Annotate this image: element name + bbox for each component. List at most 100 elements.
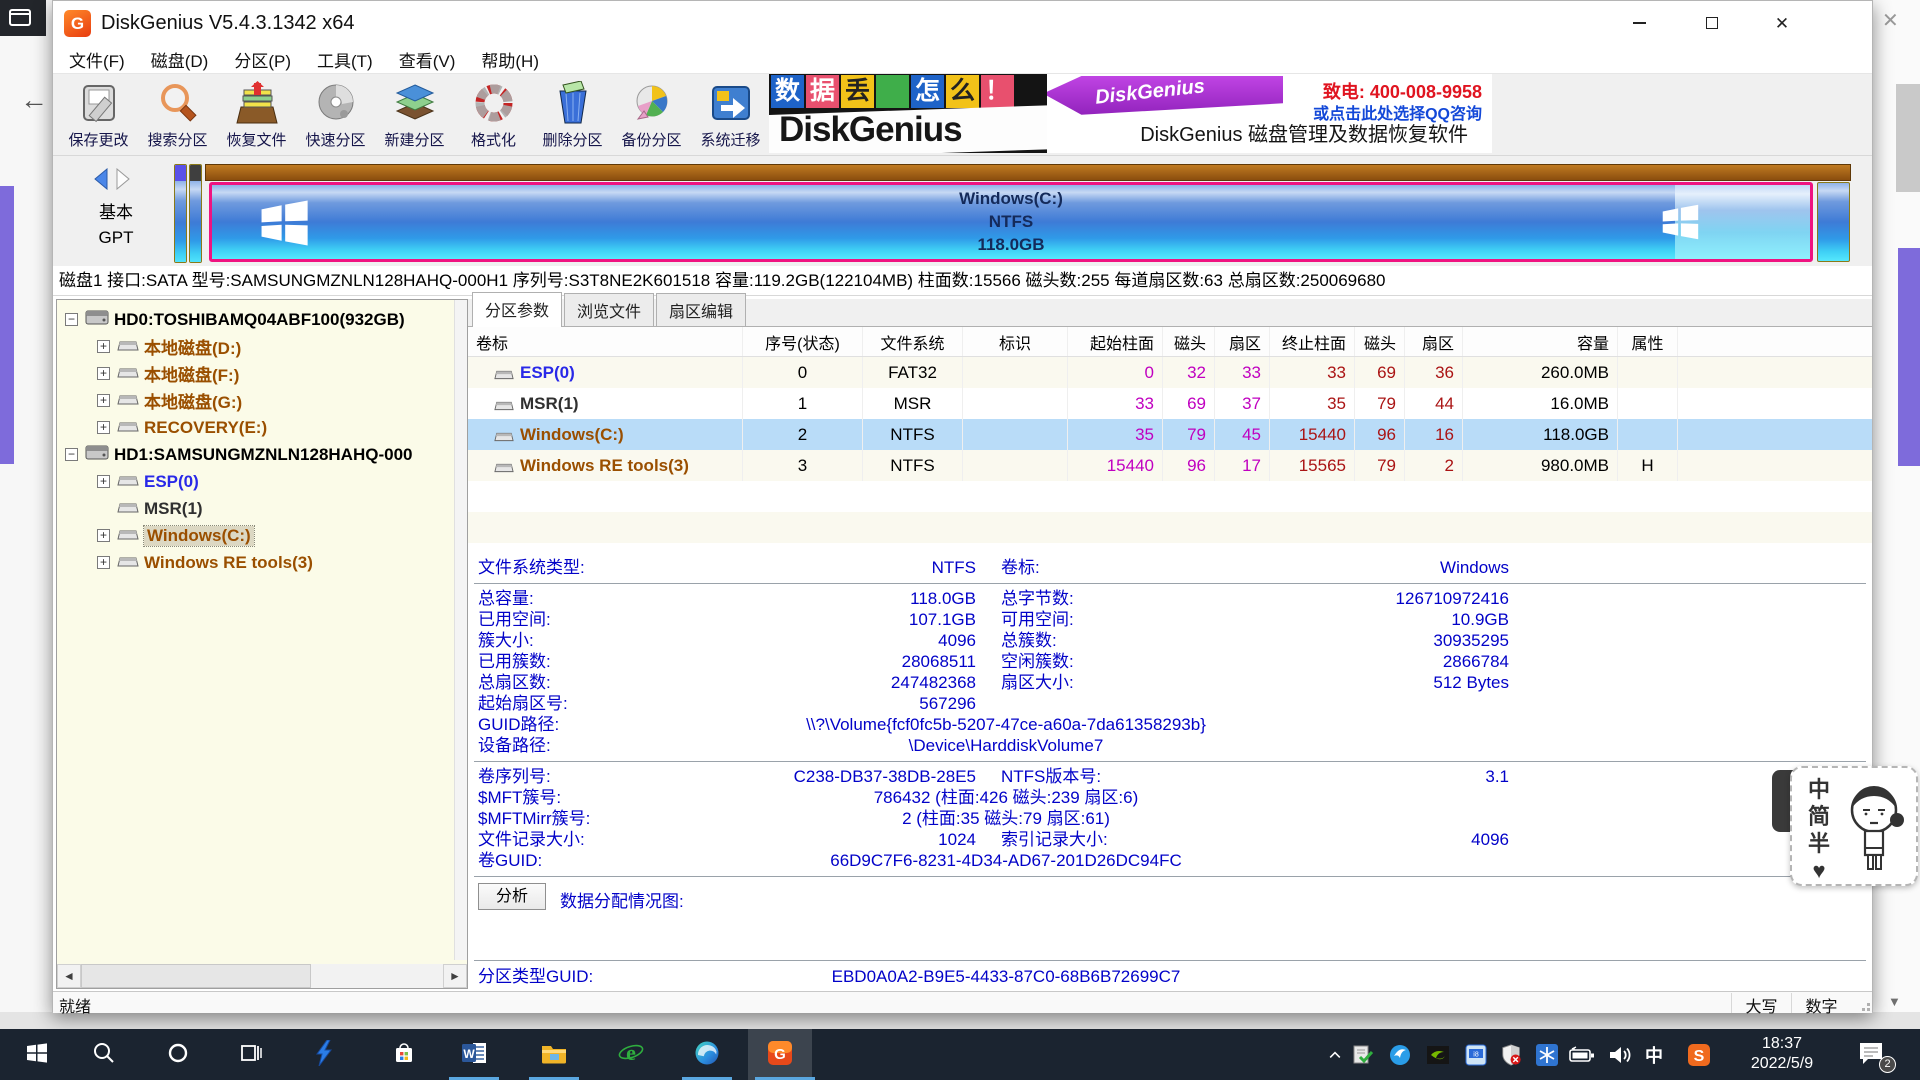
tree-item-esp[interactable]: +ESP(0) [57,468,468,495]
expand-icon[interactable]: + [97,556,110,569]
collapse-icon[interactable]: − [65,313,78,326]
backup-partition-button[interactable]: 备份分区 [612,77,691,153]
tree-item-recovery-e[interactable]: +RECOVERY(E:) [57,414,468,441]
taskbar-clock[interactable]: 18:37 2022/5/9 [1738,1034,1826,1074]
expand-icon[interactable]: + [97,475,110,488]
system-migrate-button[interactable]: 系统迁移 [691,77,770,153]
tree-item-windows-c[interactable]: +Windows(C:) [57,522,468,549]
tab-browse-files[interactable]: 浏览文件 [564,293,654,326]
resize-grip[interactable] [1856,997,1870,1011]
expand-icon[interactable]: + [97,367,110,380]
taskbar-explorer[interactable] [531,1029,577,1077]
scroll-right-icon[interactable]: ► [443,964,467,988]
tray-intel-graphics-icon[interactable]: i8 [1463,1042,1489,1068]
menu-disk[interactable]: 磁盘(D) [138,45,222,74]
partition-bar-msr[interactable] [189,164,202,263]
menu-view[interactable]: 查看(V) [386,45,469,74]
expand-icon[interactable]: + [97,340,110,353]
taskbar-ie-green[interactable]: e [608,1029,654,1077]
tree-item-hd1[interactable]: −HD1:SAMSUNGMZNLN128HAHQ-000 [57,441,468,468]
quick-partition-button[interactable]: 快速分区 [296,77,375,153]
col-end-sector[interactable]: 扇区 [1405,327,1463,356]
expand-icon[interactable]: + [97,529,110,542]
tray-update-check-icon[interactable] [1350,1042,1376,1068]
taskbar-cortana[interactable] [155,1029,201,1077]
ad-banner[interactable]: 数 据 丢 怎 么 ！ DiskGenius DiskGenius 致电: 40… [769,74,1492,153]
col-start-head[interactable]: 磁头 [1163,327,1215,356]
sogou-ime-panel[interactable]: 中 简 半 ♥ [1790,766,1918,886]
menu-file[interactable]: 文件(F) [56,45,138,74]
table-row-windows-c[interactable]: Windows(C:) 2 NTFS 35 79 45 15440 96 16 … [468,419,1872,450]
menu-tools[interactable]: 工具(T) [304,45,386,74]
title-bar[interactable]: G DiskGenius V5.4.3.1342 x64 ✕ [53,1,1872,46]
tray-nvidia-icon[interactable] [1425,1042,1451,1068]
col-start-cyl[interactable]: 起始柱面 [1068,327,1163,356]
disk-nav-arrows[interactable] [91,168,135,190]
scroll-left-icon[interactable]: ◄ [57,964,81,988]
table-row-windows-re[interactable]: Windows RE tools(3) 3 NTFS 15440 96 17 1… [468,450,1872,481]
tray-dingtalk-icon[interactable] [1387,1042,1413,1068]
tree-item-hd0[interactable]: −HD0:TOSHIBAMQ04ABF100(932GB) [57,306,468,333]
close-button[interactable]: ✕ [1757,1,1807,45]
partition-bar-windows-c[interactable]: Windows(C:) NTFS 118.0GB [209,182,1813,262]
scrollbar-thumb[interactable] [81,964,311,988]
new-partition-button[interactable]: 新建分区 [375,77,454,153]
tree-vertical-scrollbar[interactable] [454,300,467,960]
col-start-sector[interactable]: 扇区 [1215,327,1270,356]
col-filesystem[interactable]: 文件系统 [863,327,963,356]
expand-icon[interactable]: + [97,394,110,407]
tree-item-msr[interactable]: MSR(1) [57,495,468,522]
tree-horizontal-scrollbar[interactable]: ◄ ► [57,964,467,988]
col-attrs[interactable]: 属性 [1618,327,1678,356]
back-arrow-icon[interactable]: ← [20,84,48,116]
taskbar-app-lightning[interactable] [301,1029,347,1077]
background-scrollbar[interactable] [1896,84,1920,192]
col-flag[interactable]: 标识 [963,327,1068,356]
tray-battery-icon[interactable] [1569,1042,1595,1068]
taskbar-edge[interactable] [684,1029,730,1077]
taskbar-diskgenius[interactable]: G [757,1029,803,1077]
background-close-icon[interactable]: ✕ [1882,8,1899,33]
recover-files-button[interactable]: 恢复文件 [217,77,296,153]
action-center-button[interactable]: 2 [1858,1041,1892,1069]
col-index-status[interactable]: 序号(状态) [743,327,863,356]
start-button[interactable] [14,1029,60,1077]
taskbar-store[interactable] [381,1029,427,1077]
taskbar-search[interactable] [81,1029,127,1077]
tab-sector-edit[interactable]: 扇区编辑 [656,293,746,326]
col-capacity[interactable]: 容量 [1463,327,1618,356]
menu-partition[interactable]: 分区(P) [221,45,304,74]
minimize-button[interactable] [1614,1,1664,45]
collapse-icon[interactable]: − [65,448,78,461]
search-partition-button[interactable]: 搜索分区 [138,77,217,153]
table-row-esp[interactable]: ESP(0) 0 FAT32 0 32 33 33 69 36 260.0MB [468,357,1872,388]
tree-item-local-g[interactable]: +本地磁盘(G:) [57,387,468,414]
tree-item-local-d[interactable]: +本地磁盘(D:) [57,333,468,360]
partition-bar-esp[interactable] [174,164,187,263]
tray-defender-icon[interactable] [1498,1042,1524,1068]
background-browser-tab[interactable] [0,0,46,36]
analyze-button[interactable]: 分析 [478,883,546,910]
col-end-head[interactable]: 磁头 [1355,327,1405,356]
col-end-cyl[interactable]: 终止柱面 [1270,327,1355,356]
tray-ime-indicator[interactable]: 中 [1641,1042,1667,1068]
format-button[interactable]: 格式化 [454,77,533,153]
table-row-msr[interactable]: MSR(1) 1 MSR 33 69 37 35 79 44 16.0MB [468,388,1872,419]
tray-snowflake-icon[interactable] [1534,1042,1560,1068]
tree-item-local-f[interactable]: +本地磁盘(F:) [57,360,468,387]
tray-chevron-up-icon[interactable] [1322,1042,1348,1068]
tab-partition-params[interactable]: 分区参数 [472,292,562,327]
taskbar-word[interactable]: W [451,1029,497,1077]
scroll-down-icon[interactable]: ▼ [1888,994,1901,1009]
expand-icon[interactable]: + [97,421,110,434]
tray-volume-icon[interactable] [1607,1042,1633,1068]
menu-help[interactable]: 帮助(H) [468,45,552,74]
delete-partition-button[interactable]: 删除分区 [533,77,612,153]
save-changes-button[interactable]: 保存更改 [59,77,138,153]
tray-sogou-icon[interactable]: S [1686,1042,1712,1068]
tree-item-windows-re[interactable]: +Windows RE tools(3) [57,549,468,576]
maximize-button[interactable] [1687,1,1737,45]
partition-bar-re-tools[interactable] [1817,182,1850,262]
col-volume-label[interactable]: 卷标 [468,327,743,356]
taskbar-task-view[interactable] [228,1029,274,1077]
